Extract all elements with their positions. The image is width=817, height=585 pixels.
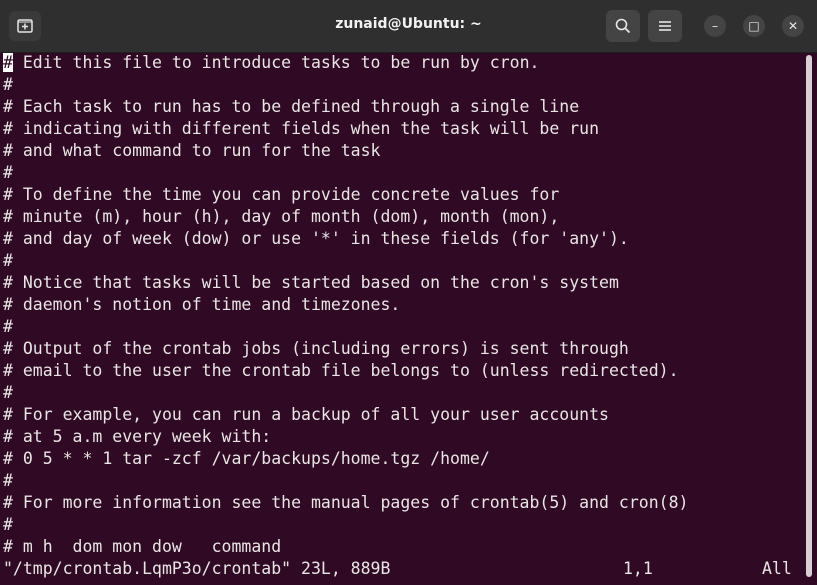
terminal-content[interactable]: # Edit this file to introduce tasks to b…: [0, 52, 805, 585]
terminal-line: # m h dom mon dow command: [3, 537, 282, 556]
terminal-window: zunaid@Ubuntu: ~ – □ ✕ # Edit this file …: [0, 0, 817, 585]
terminal-line: # Edit this file to introduce tasks to b…: [3, 53, 540, 72]
menu-button[interactable]: [648, 10, 682, 42]
terminal-line: # email to the user the crontab file bel…: [3, 361, 679, 380]
scrollbar[interactable]: [806, 55, 812, 577]
terminal-line: # daemon's notion of time and timezones.: [3, 295, 401, 314]
terminal-line: # 0 5 * * 1 tar -zcf /var/backups/home.t…: [3, 449, 490, 468]
maximize-icon: □: [748, 19, 760, 33]
terminal-line: # Each task to run has to be defined thr…: [3, 97, 580, 116]
terminal-line: # To define the time you can provide con…: [3, 185, 560, 204]
terminal-line: # For more information see the manual pa…: [3, 493, 689, 512]
terminal-line: # Notice that tasks will be started base…: [3, 273, 619, 292]
window-title: zunaid@Ubuntu: ~: [335, 16, 482, 32]
terminal-line: # Output of the crontab jobs (including …: [3, 339, 629, 358]
terminal-line: #: [3, 75, 13, 94]
minimize-button[interactable]: –: [704, 15, 726, 37]
terminal-line: #: [3, 515, 13, 534]
title-bar: zunaid@Ubuntu: ~ – □ ✕: [0, 0, 817, 53]
terminal-line: # indicating with different fields when …: [3, 119, 600, 138]
terminal-line: #: [3, 163, 13, 182]
minimize-icon: –: [712, 19, 718, 33]
search-icon: [615, 18, 631, 34]
terminal-line: # minute (m), hour (h), day of month (do…: [3, 207, 560, 226]
vim-cursor-position: 1,1: [623, 559, 653, 578]
terminal-line: #: [3, 383, 13, 402]
hamburger-menu-icon: [659, 21, 671, 31]
terminal-line: #: [3, 251, 13, 270]
scrollbar-thumb[interactable]: [806, 55, 812, 577]
terminal-line: # For example, you can run a backup of a…: [3, 405, 609, 424]
maximize-button[interactable]: □: [743, 15, 765, 37]
text-cursor: #: [3, 53, 13, 72]
terminal-line: # at 5 a.m every week with:: [3, 427, 272, 446]
terminal-line: # and day of week (dow) or use '*' in th…: [3, 229, 629, 248]
close-button[interactable]: ✕: [782, 15, 804, 37]
terminal-line: #: [3, 471, 13, 490]
vim-scroll-indicator: All: [762, 559, 792, 578]
search-button[interactable]: [606, 10, 640, 42]
vim-file-info: "/tmp/crontab.LqmP3o/crontab" 23L, 889B: [3, 559, 391, 578]
close-icon: ✕: [787, 19, 799, 33]
terminal-line: #: [3, 317, 13, 336]
terminal-line: # and what command to run for the task: [3, 141, 381, 160]
